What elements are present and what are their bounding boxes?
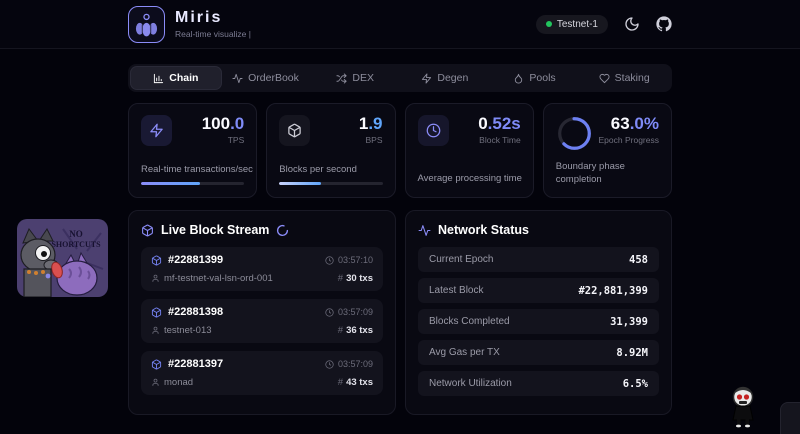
network-badge-label: Testnet-1 <box>557 19 598 30</box>
tab-staking[interactable]: Staking <box>579 67 669 89</box>
block-list: #22881399 03:57:10 mf-testnet-val-lsn-or… <box>141 247 383 395</box>
stat-cards-row: 100.0 TPS Real-time transactions/sec 1.9… <box>128 103 672 198</box>
tps-value: 100.0 <box>202 115 245 132</box>
clock-icon <box>325 360 334 369</box>
stat-card-epoch-progress: 63.0% Epoch Progress Boundary phase comp… <box>543 103 672 198</box>
no-shortcuts-sticker: NO SHORTCUTS <box>17 219 108 297</box>
app-logo-icon <box>128 6 165 43</box>
bps-unit: BPS <box>359 135 383 145</box>
tps-unit: TPS <box>202 135 245 145</box>
network-status-title: Network Status <box>418 223 659 237</box>
stat-card-bps: 1.9 BPS Blocks per second <box>266 103 395 198</box>
block-time: 03:57:09 <box>338 359 373 369</box>
block-tx-count: #30 txs <box>338 273 373 284</box>
block-validator: testnet-013 <box>164 325 212 336</box>
user-icon <box>151 326 160 335</box>
tps-progress-bar <box>141 182 244 185</box>
live-block-stream-panel: Live Block Stream #22881399 03:57:10 mf-… <box>128 210 396 415</box>
zap-icon <box>141 115 172 146</box>
sticker-text-line2: SHORTCUTS <box>51 240 101 249</box>
live-block-stream-title: Live Block Stream <box>141 223 383 237</box>
github-icon[interactable] <box>656 16 672 32</box>
cube-icon <box>151 255 162 266</box>
network-badge[interactable]: Testnet-1 <box>536 15 608 34</box>
epoch-unit: Epoch Progress <box>599 135 659 145</box>
user-icon <box>151 378 160 387</box>
block-tx-count: #36 txs <box>338 325 373 336</box>
tab-label: Staking <box>615 72 650 84</box>
cube-icon <box>151 359 162 370</box>
block-tx-count: #43 txs <box>338 377 373 388</box>
brand: Miris Real-time visualize | <box>128 6 251 43</box>
activity-icon <box>418 224 431 237</box>
block-time-value: 0.52s <box>478 115 521 132</box>
tab-label: OrderBook <box>248 72 299 84</box>
tab-chain[interactable]: Chain <box>131 67 221 89</box>
tab-orderbook[interactable]: OrderBook <box>221 67 311 89</box>
app-screen: Miris Real-time visualize | Testnet-1 <box>0 0 800 434</box>
epoch-value: 63.0% <box>599 115 659 132</box>
cube-icon <box>151 307 162 318</box>
block-number: #22881399 <box>168 254 223 266</box>
block-validator: mf-testnet-val-lsn-ord-001 <box>164 273 273 284</box>
sticker-text-line1: NO <box>69 229 83 239</box>
status-list: Current Epoch 458 Latest Block #22,881,3… <box>418 247 659 396</box>
header: Miris Real-time visualize | Testnet-1 <box>0 0 800 49</box>
page-subtitle: Real-time visualize | <box>175 29 251 39</box>
status-row-network-utilization: Network Utilization 6.5% <box>418 371 659 396</box>
block-time-unit: Block Time <box>478 135 521 145</box>
clock-icon <box>418 115 449 146</box>
cube-icon <box>279 115 310 146</box>
block-row[interactable]: #22881399 03:57:10 mf-testnet-val-lsn-or… <box>141 247 383 291</box>
clock-icon <box>325 308 334 317</box>
cube-icon <box>141 224 154 237</box>
clock-icon <box>325 256 334 265</box>
epoch-description: Boundary phase completion <box>556 161 631 186</box>
block-row[interactable]: #22881397 03:57:09 monad #43 txs <box>141 351 383 395</box>
loading-spinner-icon <box>276 224 289 237</box>
epoch-progress-ring <box>556 115 593 152</box>
block-number: #22881398 <box>168 306 223 318</box>
status-row-avg-gas: Avg Gas per TX 8.92M <box>418 340 659 365</box>
block-row[interactable]: #22881398 03:57:09 testnet-013 #36 txs <box>141 299 383 343</box>
tab-label: Degen <box>437 72 468 84</box>
network-status-panel: Network Status Current Epoch 458 Latest … <box>405 210 672 415</box>
bps-progress-bar <box>279 182 382 185</box>
tps-description: Real-time transactions/sec <box>141 164 253 176</box>
block-validator: monad <box>164 377 193 388</box>
block-time: 03:57:10 <box>338 255 373 265</box>
bps-value: 1.9 <box>359 115 383 132</box>
pixel-character <box>728 386 760 428</box>
status-row-blocks-completed: Blocks Completed 31,399 <box>418 309 659 334</box>
status-dot-icon <box>546 21 552 27</box>
tab-degen[interactable]: Degen <box>400 67 490 89</box>
status-row-latest-block: Latest Block #22,881,399 <box>418 278 659 303</box>
block-time: 03:57:09 <box>338 307 373 317</box>
corner-widget <box>780 402 800 434</box>
tab-label: Chain <box>169 72 198 84</box>
stat-card-tps: 100.0 TPS Real-time transactions/sec <box>128 103 257 198</box>
bps-description: Blocks per second <box>279 164 357 176</box>
block-time-description: Average processing time <box>418 173 522 185</box>
stat-card-block-time: 0.52s Block Time Average processing time <box>405 103 534 198</box>
tab-dex[interactable]: DEX <box>310 67 400 89</box>
user-icon <box>151 274 160 283</box>
status-row-current-epoch: Current Epoch 458 <box>418 247 659 272</box>
page-title: Miris <box>175 9 251 27</box>
block-number: #22881397 <box>168 358 223 370</box>
tab-label: DEX <box>352 72 374 84</box>
tab-pools[interactable]: Pools <box>490 67 580 89</box>
tab-label: Pools <box>529 72 555 84</box>
tabbar: Chain OrderBook DEX Degen Pools Staking <box>128 64 672 92</box>
theme-toggle-moon-icon[interactable] <box>624 16 640 32</box>
